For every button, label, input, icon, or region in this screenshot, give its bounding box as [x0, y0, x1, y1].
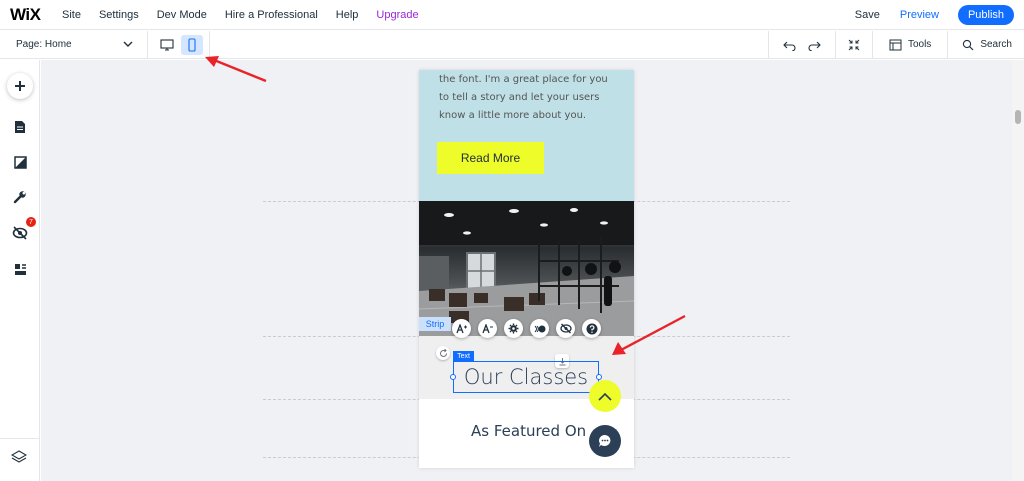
animation-icon — [534, 325, 545, 332]
font-increase-button[interactable] — [452, 319, 471, 338]
preview-button[interactable]: Preview — [900, 9, 939, 21]
mobile-page-preview: the font. I'm a great place for you to t… — [419, 70, 634, 468]
menu-hire-professional[interactable]: Hire a Professional — [225, 9, 318, 21]
pages-button[interactable] — [7, 114, 33, 140]
editor-toolbar: Page: Home Tools Search — [0, 30, 1024, 59]
save-button[interactable]: Save — [855, 9, 880, 21]
resize-handle-right[interactable] — [596, 374, 602, 380]
search-button[interactable]: Search — [947, 30, 1024, 59]
menu-dev-mode[interactable]: Dev Mode — [157, 9, 207, 21]
undo-icon[interactable] — [783, 39, 797, 51]
font-decrease-icon — [482, 323, 493, 333]
sidebar-divider — [0, 438, 40, 439]
tools-label: Tools — [907, 39, 932, 50]
editor-canvas[interactable]: the font. I'm a great place for you to t… — [41, 60, 1012, 481]
about-section[interactable]: the font. I'm a great place for you to t… — [419, 70, 634, 201]
plus-icon — [15, 81, 25, 91]
search-label: Search — [980, 39, 1012, 50]
wix-logo[interactable]: WiX — [10, 5, 50, 25]
mobile-view-button[interactable] — [181, 34, 203, 55]
hide-icon — [559, 323, 572, 334]
scroll-to-top-button[interactable] — [589, 380, 621, 412]
help-button[interactable] — [582, 319, 601, 338]
layers-button[interactable] — [10, 450, 28, 469]
tools-button[interactable]: Tools — [871, 30, 947, 59]
section-title[interactable]: Our Classes — [453, 361, 599, 393]
search-icon — [963, 39, 974, 50]
publish-button[interactable]: Publish — [958, 4, 1014, 25]
hide-on-mobile-button[interactable] — [556, 319, 575, 338]
element-settings-button[interactable] — [504, 319, 523, 338]
zoom-out-button[interactable] — [834, 30, 872, 59]
resize-handle-left[interactable] — [450, 374, 456, 380]
rotate-icon — [439, 348, 447, 357]
settings-tools-button[interactable] — [7, 184, 33, 210]
main-menu: Site Settings Dev Mode Hire a Profession… — [62, 9, 437, 21]
pages-icon — [15, 121, 25, 133]
design-button[interactable] — [7, 149, 33, 175]
tools-icon — [889, 39, 902, 50]
menu-upgrade[interactable]: Upgrade — [376, 9, 418, 21]
about-paragraph[interactable]: the font. I'm a great place for you to t… — [439, 71, 619, 125]
editor-toolbar-right: Tools Search — [767, 30, 1024, 59]
chat-icon — [599, 435, 611, 447]
chevron-up-icon — [598, 392, 612, 401]
rotate-handle[interactable] — [436, 346, 450, 360]
page-dropdown[interactable]: Page: Home — [0, 30, 148, 59]
undo-redo-group — [767, 30, 835, 59]
layers-icon — [10, 450, 28, 463]
page-dropdown-label: Page: Home — [16, 39, 72, 50]
top-actions: Save Preview Publish — [855, 4, 1014, 25]
wrench-icon — [13, 191, 26, 204]
zoom-out-icon — [848, 39, 860, 50]
text-floating-toolbar — [452, 319, 608, 338]
design-icon — [13, 155, 27, 169]
desktop-view-button[interactable] — [156, 35, 178, 55]
hidden-elements-button[interactable]: 7 — [7, 217, 36, 246]
scrollbar-thumb[interactable] — [1015, 110, 1021, 124]
read-more-button[interactable]: Read More — [437, 142, 544, 174]
animation-button[interactable] — [530, 319, 549, 338]
notification-badge: 7 — [26, 217, 36, 227]
gym-photo[interactable] — [419, 201, 634, 336]
menu-settings[interactable]: Settings — [99, 9, 139, 21]
settings-icon — [508, 323, 519, 334]
strip-label[interactable]: Strip — [419, 317, 451, 331]
mobile-icon — [188, 37, 196, 52]
hidden-eye-icon — [12, 226, 28, 240]
text-element-label[interactable]: Text — [453, 351, 474, 361]
top-bar: WiX Site Settings Dev Mode Hire a Profes… — [0, 0, 1024, 30]
left-sidebar: 7 — [0, 60, 40, 481]
chevron-down-icon — [123, 41, 133, 47]
redo-icon[interactable] — [807, 39, 821, 51]
gym-photo-illustration — [419, 201, 634, 336]
desktop-icon — [160, 38, 174, 51]
sections-icon — [14, 263, 26, 275]
font-increase-icon — [456, 323, 467, 333]
chat-button[interactable] — [589, 425, 621, 457]
help-icon — [586, 323, 597, 334]
menu-site[interactable]: Site — [62, 9, 81, 21]
sections-button[interactable] — [7, 256, 33, 282]
canvas-scrollbar[interactable] — [1012, 60, 1024, 481]
featured-heading[interactable]: As Featured On — [471, 422, 586, 440]
add-elements-button[interactable] — [7, 73, 33, 99]
menu-help[interactable]: Help — [336, 9, 359, 21]
font-decrease-button[interactable] — [478, 319, 497, 338]
device-switcher — [148, 30, 210, 59]
